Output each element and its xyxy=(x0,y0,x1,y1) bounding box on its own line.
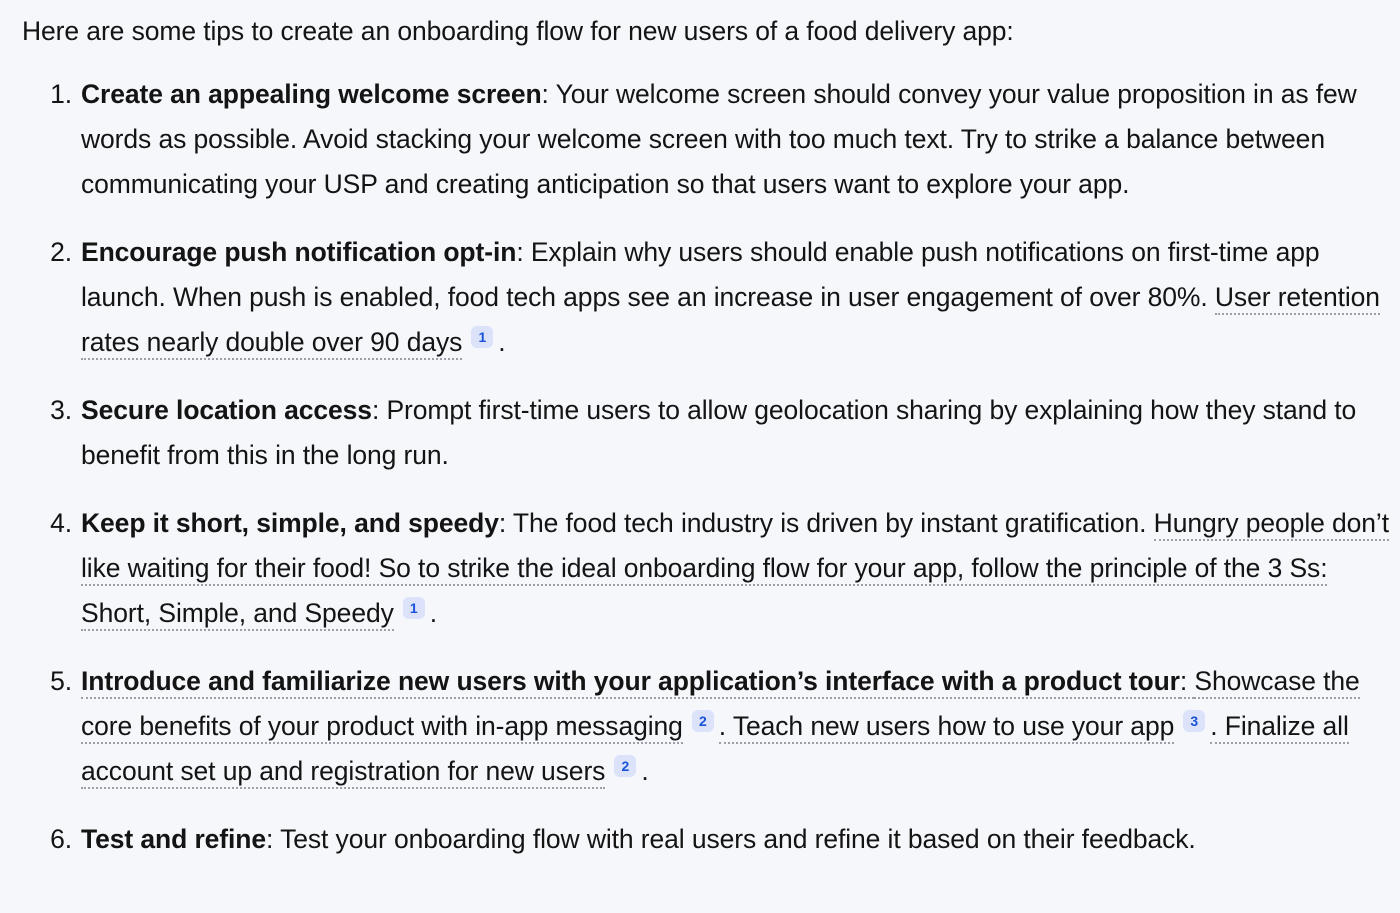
list-item: Encourage push notification opt-in: Expl… xyxy=(18,230,1394,365)
list-item: Introduce and familiarize new users with… xyxy=(18,659,1394,794)
tip-lead: Introduce and familiarize new users with… xyxy=(81,666,1180,700)
tip-separator: : xyxy=(266,824,281,855)
tip-body: Test your onboarding flow with real user… xyxy=(280,824,1196,855)
tip-lead: Secure location access xyxy=(81,395,372,426)
tip-separator: : xyxy=(1179,666,1195,700)
tip-separator: : xyxy=(371,395,387,426)
tip-trailing: . xyxy=(641,756,649,787)
list-item: Create an appealing welcome screen: Your… xyxy=(18,72,1394,207)
tip-separator: : xyxy=(541,78,556,109)
citation-badge[interactable]: 1 xyxy=(402,597,425,620)
citation-badge[interactable]: 1 xyxy=(471,326,494,348)
tip-lead: Keep it short, simple, and speedy xyxy=(81,508,499,539)
tip-lead: Create an appealing welcome screen xyxy=(81,78,542,109)
citation-badge[interactable]: 3 xyxy=(1183,710,1206,733)
tip-lead: Test and refine xyxy=(81,824,267,855)
answer-body: Here are some tips to create an onboardi… xyxy=(0,0,1400,863)
tip-body: The food tech industry is driven by inst… xyxy=(512,508,1154,539)
tip-trailing: . xyxy=(498,327,506,357)
tips-list: Create an appealing welcome screen: Your… xyxy=(18,72,1394,863)
cited-claim: . Teach new users how to use your app xyxy=(718,711,1174,745)
tip-separator: : xyxy=(498,508,513,539)
list-item: Test and refine: Test your onboarding fl… xyxy=(18,817,1394,862)
intro-paragraph: Here are some tips to create an onboardi… xyxy=(22,16,1014,46)
list-item: Keep it short, simple, and speedy: The f… xyxy=(18,501,1394,636)
tip-separator: : xyxy=(516,236,531,267)
tip-trailing: . xyxy=(429,598,438,629)
citation-badge[interactable]: 2 xyxy=(614,755,637,778)
list-item: Secure location access: Prompt first-tim… xyxy=(18,388,1394,478)
tip-lead: Encourage push notification opt-in xyxy=(81,236,517,267)
citation-badge[interactable]: 2 xyxy=(691,710,714,733)
